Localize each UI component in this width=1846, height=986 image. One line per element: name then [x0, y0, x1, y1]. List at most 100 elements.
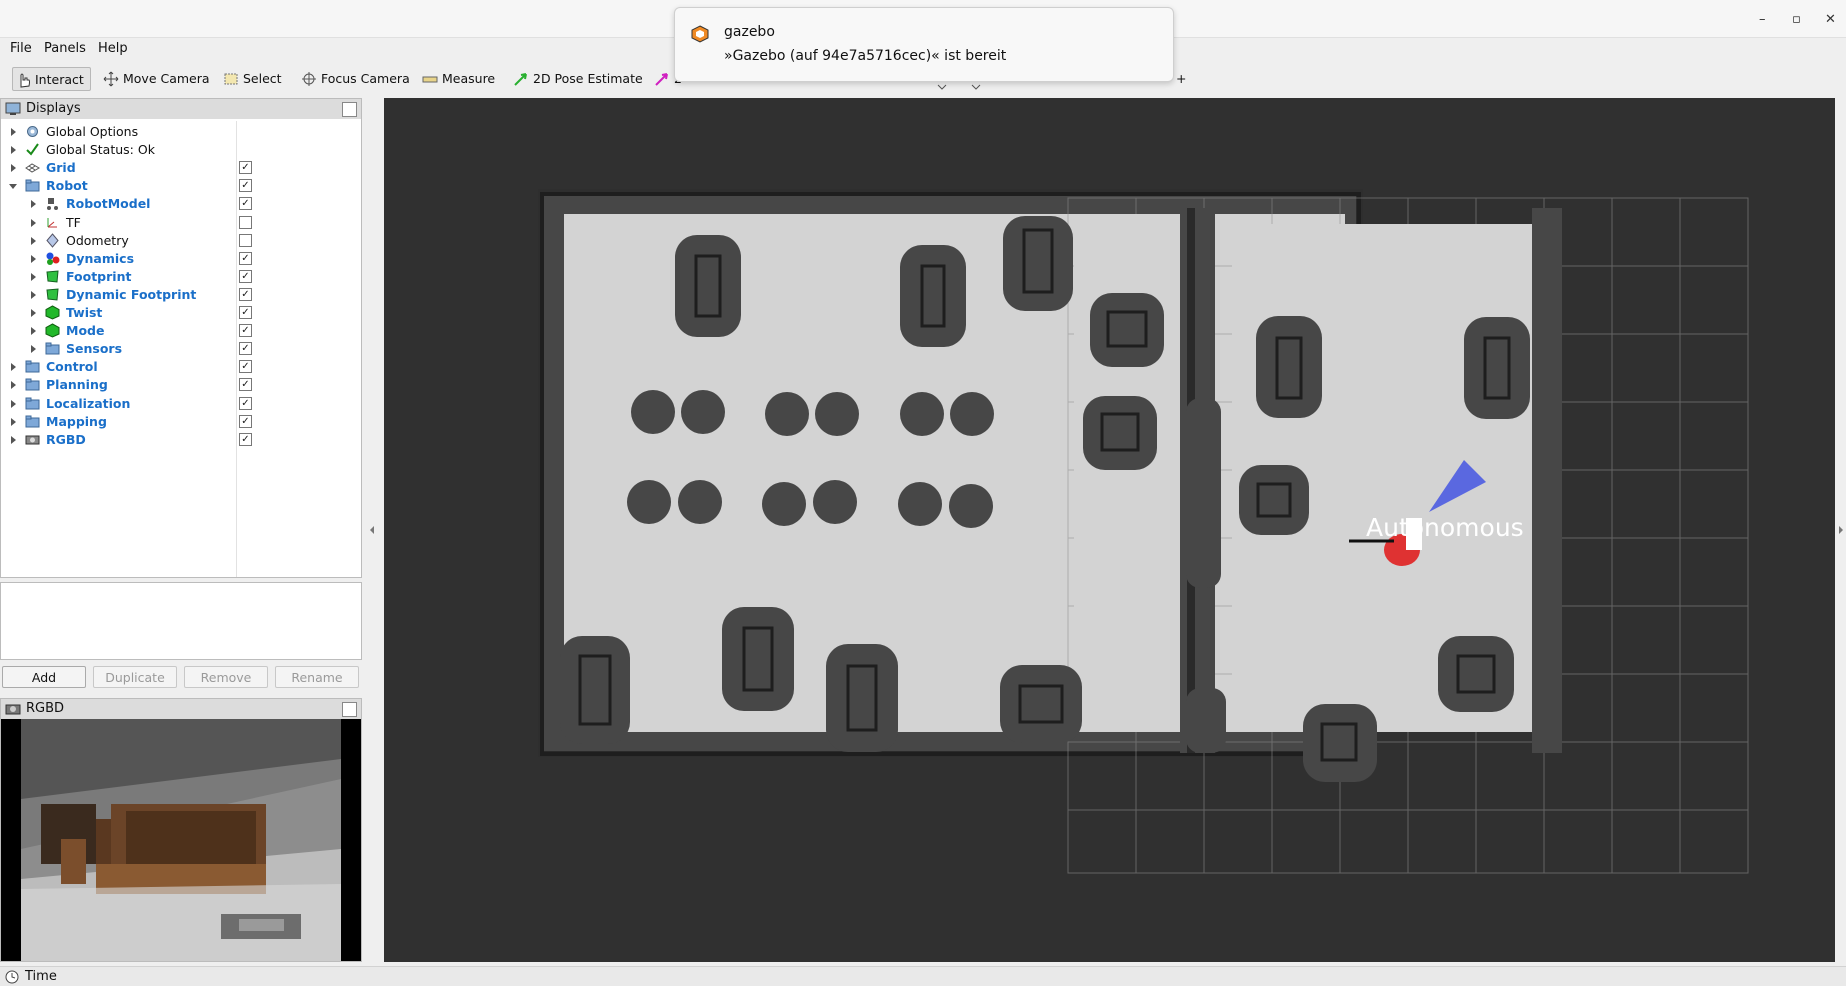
display-item-robotmodel[interactable]: RobotModel ✓	[1, 195, 361, 213]
display-enable-checkbox[interactable]: ✓	[239, 432, 252, 446]
display-item-odometry[interactable]: Odometry	[1, 232, 361, 250]
display-enable-checkbox[interactable]: ✓	[239, 360, 252, 374]
remove-button[interactable]: Remove	[184, 666, 268, 688]
menu-panels[interactable]: Panels	[44, 41, 86, 56]
expand-arrow-icon[interactable]	[31, 309, 36, 317]
polygon-icon	[45, 287, 60, 302]
display-enable-checkbox[interactable]: ✓	[239, 378, 252, 392]
expand-arrow-icon[interactable]	[31, 236, 36, 245]
minimize-icon[interactable]: –	[1759, 12, 1766, 27]
float-panel-toggle[interactable]	[342, 702, 357, 717]
chevron-down-icon[interactable]	[971, 84, 981, 90]
move-camera-label: Move Camera	[123, 71, 210, 86]
display-item-grid[interactable]: Grid ✓	[1, 159, 361, 177]
pose-estimate-label: 2D Pose Estimate	[533, 71, 643, 86]
menu-help[interactable]: Help	[98, 41, 128, 56]
display-item-global-options[interactable]: Global Options	[1, 123, 361, 141]
expand-arrow-icon[interactable]	[11, 363, 16, 372]
odometry-icon	[45, 232, 60, 248]
expand-arrow-icon[interactable]	[11, 399, 16, 408]
display-item-rgbd[interactable]: RGBD ✓	[1, 431, 361, 449]
display-enable-checkbox[interactable]: ✓	[239, 324, 252, 338]
display-enable-checkbox[interactable]: ✓	[239, 161, 252, 175]
expand-arrow-icon[interactable]	[11, 164, 16, 173]
green-arrow-icon	[514, 73, 527, 86]
expand-arrow-icon[interactable]	[31, 254, 36, 263]
float-panel-toggle[interactable]	[342, 102, 357, 117]
display-enable-checkbox[interactable]: ✓	[239, 306, 252, 319]
expand-arrow-icon[interactable]	[31, 290, 36, 299]
gazebo-notification[interactable]: gazebo »Gazebo (auf 94e7a5716cec)« ist b…	[674, 7, 1174, 82]
display-item-label: Mode	[66, 323, 105, 339]
display-enable-checkbox[interactable]: ✓	[239, 269, 252, 283]
rename-button[interactable]: Rename	[275, 666, 359, 688]
focus-camera-tool-button[interactable]: Focus Camera	[297, 67, 416, 91]
display-item-localization[interactable]: Localization ✓	[1, 395, 361, 413]
robot-model-icon	[45, 196, 60, 211]
display-item-robot[interactable]: Robot ✓	[1, 177, 361, 195]
interact-tool-button[interactable]: Interact	[12, 67, 91, 91]
display-enable-checkbox[interactable]	[239, 215, 252, 229]
display-item-global-status-ok[interactable]: Global Status: Ok	[1, 141, 361, 159]
add-button[interactable]: Add	[2, 666, 86, 688]
display-enable-checkbox[interactable]: ✓	[239, 179, 252, 193]
expand-arrow-icon[interactable]	[11, 435, 16, 444]
close-icon[interactable]: ✕	[1825, 12, 1836, 27]
focus-target-icon	[302, 72, 316, 86]
display-enable-checkbox[interactable]: ✓	[239, 287, 252, 301]
costmap-view[interactable]	[384, 98, 1835, 962]
display-item-tf[interactable]: TF	[1, 214, 361, 232]
expand-arrow-icon[interactable]	[11, 417, 16, 426]
measure-tool-button[interactable]: Measure	[418, 67, 501, 91]
display-item-planning[interactable]: Planning ✓	[1, 376, 361, 394]
display-enable-checkbox[interactable]: ✓	[239, 396, 252, 410]
display-enable-checkbox[interactable]: ✓	[239, 342, 252, 356]
3d-viewport[interactable]: Autonomous	[384, 98, 1835, 962]
measure-label: Measure	[442, 71, 496, 86]
folder-icon	[25, 396, 40, 411]
display-item-label: RobotModel	[66, 196, 151, 212]
display-item-footprint[interactable]: Footprint ✓	[1, 268, 361, 286]
expand-arrow-icon[interactable]	[31, 272, 36, 281]
display-enable-checkbox[interactable]: ✓	[239, 414, 252, 428]
folder-icon	[25, 414, 40, 429]
display-item-label: Grid	[46, 160, 76, 176]
display-item-sensors[interactable]: Sensors ✓	[1, 340, 361, 358]
expand-arrow-icon[interactable]	[11, 381, 16, 390]
pose-estimate-tool-button[interactable]: 2D Pose Estimate	[509, 67, 649, 91]
display-item-twist[interactable]: Twist ✓	[1, 304, 361, 322]
select-box-icon	[224, 73, 238, 85]
displays-panel: Displays Global Options Global Status: Ok…	[0, 98, 362, 578]
right-panel-strip[interactable]	[1835, 98, 1846, 962]
maximize-icon[interactable]: ▫	[1792, 12, 1801, 27]
expand-arrow-icon[interactable]	[31, 200, 36, 209]
display-item-label: Sensors	[66, 341, 123, 357]
add-tool-button[interactable]: +	[1172, 67, 1192, 91]
menu-file[interactable]: File	[10, 41, 32, 56]
expand-arrow-icon[interactable]	[31, 345, 36, 354]
display-item-control[interactable]: Control ✓	[1, 358, 361, 376]
notification-app-name: gazebo	[724, 24, 775, 40]
expand-arrow-icon[interactable]	[31, 327, 36, 336]
collapse-left-icon[interactable]	[369, 525, 375, 535]
display-item-dynamics[interactable]: Dynamics ✓	[1, 250, 361, 268]
display-item-mode[interactable]: Mode ✓	[1, 322, 361, 340]
display-item-mapping[interactable]: Mapping ✓	[1, 413, 361, 431]
folder-icon	[45, 341, 60, 356]
expand-arrow-icon[interactable]	[11, 128, 16, 136]
display-description-area	[0, 582, 362, 660]
display-enable-checkbox[interactable]: ✓	[239, 197, 252, 211]
expand-arrow-open-icon[interactable]	[9, 184, 17, 190]
display-item-dynamic-footprint[interactable]: Dynamic Footprint ✓	[1, 286, 361, 304]
expand-arrow-icon[interactable]	[11, 146, 16, 155]
panel-splitter[interactable]	[364, 98, 382, 962]
move-camera-tool-button[interactable]: Move Camera	[99, 67, 216, 91]
folder-icon	[25, 178, 40, 193]
display-enable-checkbox[interactable]: ✓	[239, 251, 252, 265]
display-enable-checkbox[interactable]	[239, 233, 252, 247]
expand-arrow-icon[interactable]	[31, 218, 36, 227]
select-tool-button[interactable]: Select	[219, 67, 288, 91]
duplicate-button[interactable]: Duplicate	[93, 666, 177, 688]
collapse-right-icon[interactable]	[1838, 525, 1844, 535]
chevron-down-icon[interactable]	[937, 84, 947, 90]
